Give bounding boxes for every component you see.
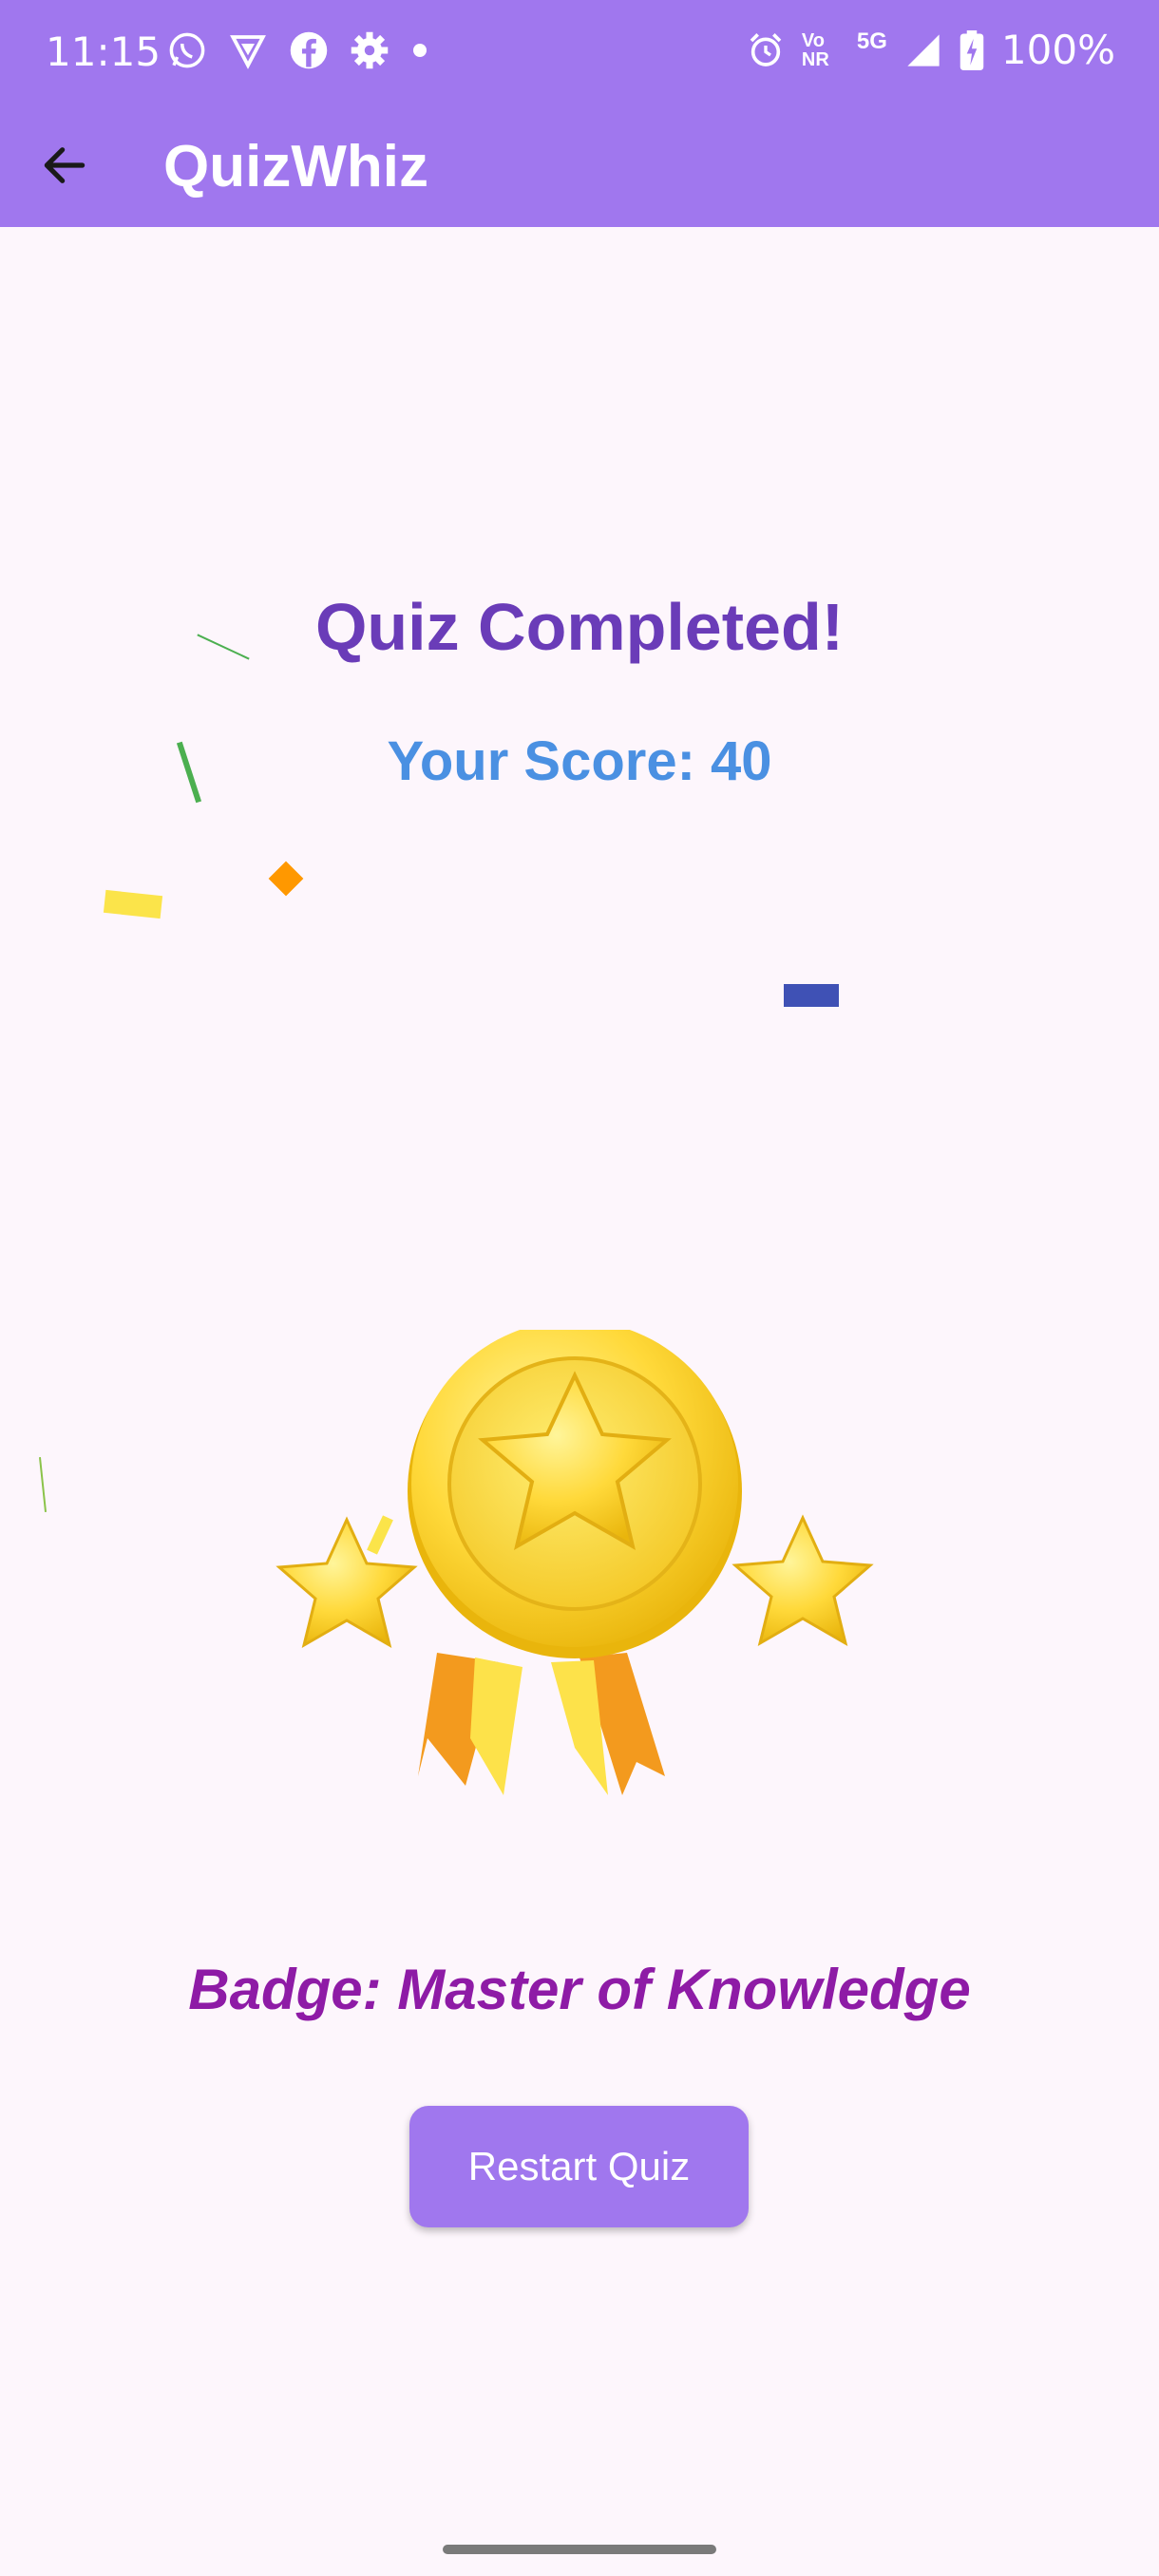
facebook-icon (290, 31, 328, 69)
app-title: QuizWhiz (163, 134, 428, 199)
confetti-piece (38, 1457, 48, 1512)
medal-stars-icon (276, 1330, 874, 1795)
score-text: Your Score: 40 (387, 730, 772, 792)
network-label: 5G (856, 28, 887, 54)
status-time: 11:15 (46, 28, 162, 75)
arrow-left-icon[interactable] (38, 139, 91, 192)
signal-icon (907, 33, 940, 66)
status-bar: 11:15 Vo NR 5G 100% (0, 0, 1159, 104)
badge-text: Badge: Master of Knowledge (188, 1958, 971, 2021)
top-bar: 11:15 Vo NR 5G 100% QuizWhiz (0, 0, 1159, 227)
dot-icon (413, 44, 427, 57)
battery-percent: 100% (1000, 27, 1115, 73)
notification-icons (167, 30, 429, 70)
status-right: Vo NR 5G 100% (747, 27, 1115, 73)
quiz-completed-title: Quiz Completed! (314, 590, 845, 664)
confetti-piece (103, 889, 163, 919)
app-bar: QuizWhiz (0, 114, 1159, 218)
home-indicator[interactable] (443, 2545, 716, 2554)
settings-icon (351, 31, 389, 69)
confetti-piece (784, 984, 839, 1007)
volte-label: Vo NR (801, 29, 829, 70)
battery-icon (960, 29, 984, 70)
restart-quiz-button[interactable]: Restart Quiz (409, 2106, 749, 2227)
confetti-piece (268, 861, 304, 897)
whatsapp-icon (169, 32, 205, 68)
restart-quiz-label: Restart Quiz (467, 2144, 691, 2188)
alarm-icon (750, 32, 782, 66)
vpn-icon (230, 35, 266, 69)
